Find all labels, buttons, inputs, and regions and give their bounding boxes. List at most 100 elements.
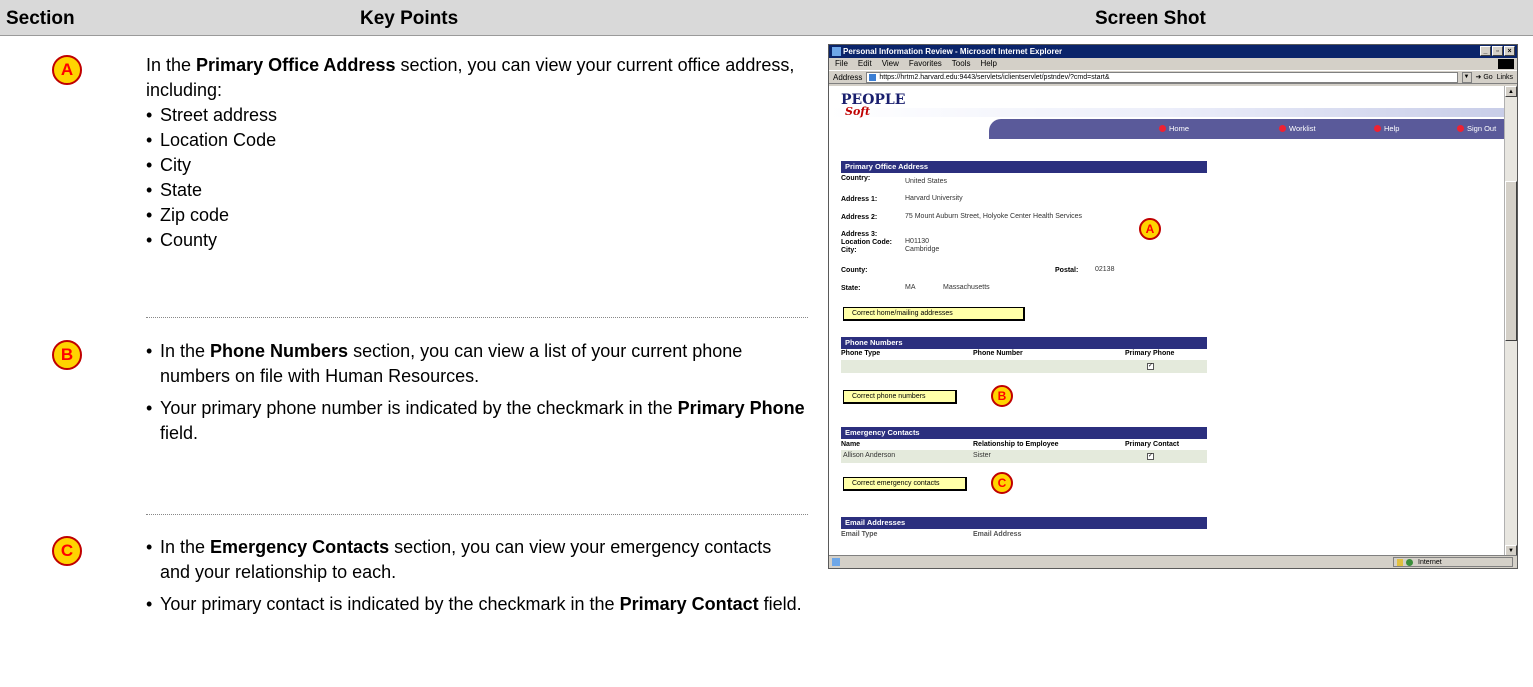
browser-menu-bar: File Edit View Favorites Tools Help	[829, 58, 1517, 70]
list-item: Your primary contact is indicated by the…	[146, 592, 806, 617]
address-bar: Address https://hrtm2.harvard.edu:9443/s…	[829, 70, 1517, 84]
callout-b-badge: B	[991, 385, 1013, 407]
address1-value: Harvard University	[905, 195, 963, 202]
home-icon	[1159, 125, 1166, 132]
office-address-header: Primary Office Address	[841, 161, 1207, 173]
nav-worklist[interactable]: Worklist	[1279, 124, 1316, 133]
links-button[interactable]: Links	[1497, 74, 1513, 81]
list-item: State	[146, 178, 796, 203]
relationship-column: Relationship to Employee	[973, 441, 1059, 448]
section-b-badge: B	[52, 340, 82, 370]
address1-label: Address 1:	[841, 196, 878, 203]
country-label: Country:	[841, 175, 871, 182]
callout-a-badge: A	[1139, 218, 1161, 240]
section-divider	[146, 514, 808, 515]
postal-label: Postal:	[1055, 267, 1079, 274]
list-item: Location Code	[146, 128, 796, 153]
scroll-up-icon[interactable]: ▲	[1505, 86, 1517, 97]
windows-logo-icon	[1498, 59, 1514, 69]
country-value: United States	[905, 178, 948, 185]
url-input[interactable]: https://hrtm2.harvard.edu:9443/servlets/…	[866, 71, 1458, 83]
browser-title-bar: Personal Information Review - Microsoft …	[829, 45, 1517, 58]
section-b-key-points: In the Phone Numbers section, you can vi…	[146, 339, 806, 446]
email-type-column: Email Type	[841, 531, 878, 538]
vertical-scrollbar[interactable]: ▲ ▼	[1504, 86, 1517, 556]
correct-addresses-button[interactable]: Correct home/mailing addresses	[843, 307, 1025, 321]
menu-tools[interactable]: Tools	[952, 58, 971, 70]
section-divider	[146, 317, 808, 318]
emergency-contacts-header: Emergency Contacts	[841, 427, 1207, 439]
section-a-bullet-list: Street address Location Code City State …	[146, 103, 796, 253]
phone-numbers-header: Phone Numbers	[841, 337, 1207, 349]
city-value: Cambridge	[905, 246, 940, 253]
city-label: City:	[841, 247, 857, 254]
menu-view[interactable]: View	[882, 58, 899, 70]
primary-phone-checkbox[interactable]: ✓	[1147, 363, 1154, 370]
scroll-thumb[interactable]	[1505, 181, 1517, 341]
browser-screenshot: Personal Information Review - Microsoft …	[828, 44, 1518, 569]
address2-label: Address 2:	[841, 214, 878, 221]
worklist-icon	[1279, 125, 1286, 132]
location-code-label: Location Code:	[841, 239, 892, 246]
browser-title: Personal Information Review - Microsoft …	[843, 47, 1063, 56]
menu-edit[interactable]: Edit	[858, 58, 872, 70]
list-item: Street address	[146, 103, 796, 128]
phone-type-column: Phone Type	[841, 350, 881, 357]
section-column-header: Section	[6, 8, 75, 29]
contact-name: Allison Anderson	[843, 452, 896, 459]
help-icon	[1374, 125, 1381, 132]
close-icon[interactable]: ×	[1504, 46, 1515, 56]
nav-sign-out[interactable]: Sign Out	[1457, 124, 1496, 133]
go-button[interactable]: ➜ Go	[1476, 73, 1493, 81]
correct-emergency-contacts-button[interactable]: Correct emergency contacts	[843, 477, 967, 491]
page-icon	[832, 558, 840, 566]
postal-value: 02138	[1095, 266, 1115, 273]
correct-phone-numbers-button[interactable]: Correct phone numbers	[843, 390, 957, 404]
nav-help[interactable]: Help	[1374, 124, 1399, 133]
county-label: County:	[841, 267, 868, 274]
address3-label: Address 3:	[841, 231, 878, 238]
address2-value: 75 Mount Auburn Street, Holyoke Center H…	[905, 213, 1083, 220]
list-item: City	[146, 153, 796, 178]
security-zone: Internet	[1393, 557, 1513, 567]
state-label: State:	[841, 285, 861, 292]
section-c-key-points: In the Emergency Contacts section, you c…	[146, 535, 806, 617]
section-a-intro: In the Primary Office Address section, y…	[146, 55, 795, 100]
contact-relationship: Sister	[973, 452, 991, 459]
web-page: PEOPLE Soft Home Worklist Help Sign Out P…	[829, 86, 1505, 556]
screen-shot-column-header: Screen Shot	[1095, 8, 1206, 29]
section-c-badge: C	[52, 536, 82, 566]
menu-file[interactable]: File	[835, 58, 848, 70]
menu-help[interactable]: Help	[980, 58, 996, 70]
menu-favorites[interactable]: Favorites	[909, 58, 942, 70]
nav-home[interactable]: Home	[1159, 124, 1189, 133]
lock-icon	[1397, 559, 1403, 566]
list-item: In the Emergency Contacts section, you c…	[146, 535, 806, 585]
header-decoration	[829, 108, 1505, 117]
list-item: County	[146, 228, 796, 253]
list-item: Zip code	[146, 203, 796, 228]
primary-contact-column: Primary Contact	[1125, 441, 1180, 448]
callout-c-badge: C	[991, 472, 1013, 494]
globe-icon	[1406, 559, 1413, 566]
status-bar: Internet	[829, 555, 1517, 568]
address-label: Address	[833, 72, 863, 82]
nav-band	[989, 119, 1505, 139]
key-points-column-header: Key Points	[360, 8, 459, 29]
maximize-icon[interactable]: ▫	[1492, 46, 1503, 56]
list-item: Your primary phone number is indicated b…	[146, 396, 806, 446]
section-a-badge: A	[52, 55, 82, 85]
primary-phone-column: Primary Phone	[1125, 350, 1175, 357]
primary-contact-checkbox[interactable]: ✓	[1147, 453, 1154, 460]
name-column: Name	[841, 441, 861, 448]
section-a-key-points: In the Primary Office Address section, y…	[146, 53, 796, 253]
state-name-value: Massachusetts	[943, 284, 990, 291]
minimize-icon[interactable]: _	[1480, 46, 1491, 56]
table-header: Section Key Points Screen Shot	[0, 0, 1533, 36]
email-addresses-header: Email Addresses	[841, 517, 1207, 529]
chevron-down-icon[interactable]: ▼	[1461, 71, 1472, 83]
internet-explorer-icon	[832, 47, 841, 56]
phone-number-column: Phone Number	[973, 350, 1023, 357]
email-address-column: Email Address	[973, 531, 1022, 538]
list-item: In the Phone Numbers section, you can vi…	[146, 339, 806, 389]
